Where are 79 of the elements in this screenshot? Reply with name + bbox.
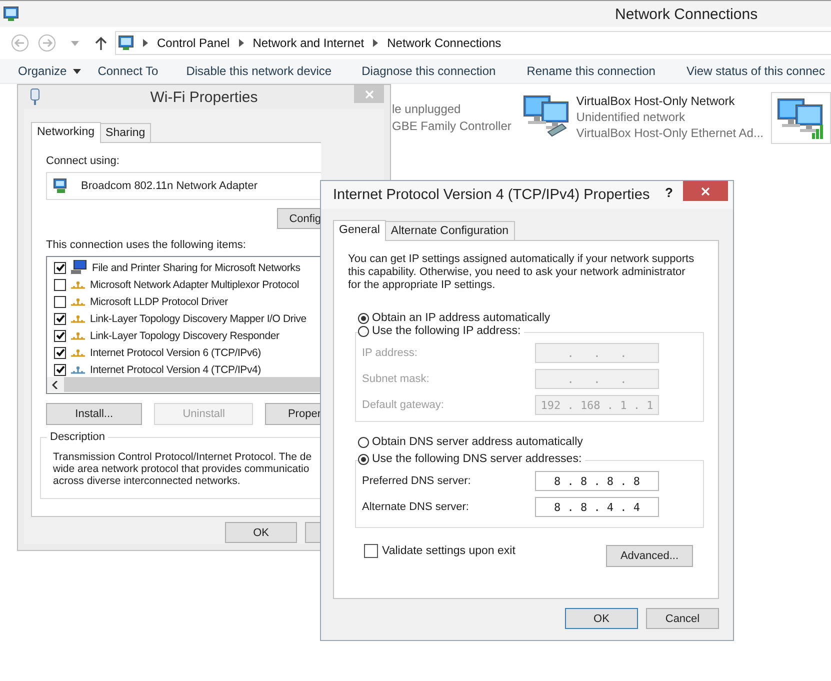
list-item[interactable]: Link-Layer Topology Discovery Responder — [90, 330, 280, 342]
dialog-title: Internet Protocol Version 4 (TCP/IPv4) Properties — [333, 187, 650, 203]
chevron-icon[interactable] — [373, 39, 378, 47]
ok-button[interactable]: OK — [565, 608, 638, 629]
window-title: Network Connections — [615, 6, 758, 22]
checkbox[interactable] — [54, 296, 66, 308]
address-bar[interactable]: Control Panel Network and Internet Network Connections — [115, 31, 831, 55]
advanced-button[interactable]: Advanced... — [606, 545, 693, 567]
field-label: Subnet mask: — [362, 373, 430, 385]
connection-status: le unplugged — [392, 102, 462, 116]
help-button[interactable]: ? — [665, 185, 673, 200]
checkbox[interactable] — [54, 262, 66, 274]
connection-device: GBE Family Controller — [392, 119, 512, 133]
radio-button[interactable] — [358, 312, 369, 324]
section-label: Connect using: — [46, 155, 120, 167]
tab[interactable]: Alternate Configuration — [384, 221, 515, 240]
adapter-field: Broadcom 802.11n Network Adapter — [46, 172, 321, 200]
wifi-connection-tile[interactable] — [771, 92, 831, 144]
checkbox[interactable] — [54, 364, 66, 376]
toolbar-button[interactable]: Connect To — [98, 64, 158, 78]
toolbar-button[interactable]: Diagnose this connection — [362, 64, 496, 78]
breadcrumb-item[interactable]: Network and Internet — [252, 36, 364, 50]
description-text: across diverse interconnected networks. — [53, 475, 242, 487]
connection-device: VirtualBox Host-Only Ethernet Ad... — [576, 126, 764, 140]
radio-button[interactable] — [358, 454, 369, 464]
close-icon — [701, 186, 710, 196]
up-arrow-icon[interactable] — [95, 36, 107, 50]
ip-address-field[interactable]: 8 . 8 . 8 . 8 — [535, 471, 659, 491]
adapter-plug-icon — [30, 88, 40, 106]
list-item[interactable]: Microsoft LLDP Protocol Driver — [90, 296, 228, 308]
checkbox[interactable] — [54, 312, 66, 324]
checkbox[interactable] — [54, 346, 66, 358]
checkbox[interactable] — [54, 330, 66, 342]
tab[interactable]: Sharing — [100, 123, 152, 142]
description-text: wide area network protocol that provides communicatio — [53, 463, 310, 475]
group-label: Description — [47, 431, 108, 443]
network-adapter-icon — [53, 178, 69, 194]
tab[interactable]: General — [333, 220, 386, 241]
section-label: This connection uses the following items: — [46, 239, 247, 251]
scroll-left-icon[interactable] — [52, 380, 58, 388]
chevron-icon[interactable] — [143, 39, 148, 47]
description-text: Transmission Control Protocol/Internet Protocol. The de — [53, 451, 313, 463]
ok-button[interactable]: OK — [225, 522, 298, 543]
list-item[interactable]: File and Printer Sharing for Microsoft Networks — [92, 262, 300, 274]
list-item[interactable]: Internet Protocol Version 4 (TCP/IPv4) — [90, 364, 261, 376]
checkbox[interactable] — [364, 544, 378, 558]
chevron-icon[interactable] — [238, 39, 244, 47]
checkbox-label[interactable]: Validate settings upon exit — [382, 545, 516, 557]
close-button[interactable] — [683, 181, 728, 201]
connection-name[interactable]: VirtualBox Host-Only Network — [576, 94, 764, 108]
toolbar-button[interactable]: View status of this connec — [686, 64, 825, 78]
list-item[interactable]: Link-Layer Topology Discovery Mapper I/O Drive — [90, 312, 306, 324]
field-label: Default gateway: — [362, 399, 444, 411]
toolbar-button[interactable]: Disable this network device — [186, 64, 332, 78]
field-label: IP address: — [362, 347, 418, 359]
field-label: Alternate DNS server: — [362, 501, 469, 513]
radio-label[interactable]: Obtain an IP address automatically — [372, 312, 550, 324]
action-button[interactable]: Proper — [265, 403, 321, 425]
configure-button[interactable]: Config — [277, 208, 321, 229]
radio-button[interactable] — [358, 436, 369, 448]
connection-status: Unidentified network — [576, 110, 686, 124]
dialog-title: Wi-Fi Properties — [150, 88, 258, 106]
toolbar-button[interactable]: Organize — [18, 64, 81, 78]
list-item[interactable]: Internet Protocol Version 6 (TCP/IPv6) — [90, 346, 261, 358]
list-item[interactable]: Microsoft Network Adapter Multiplexor Protocol — [90, 278, 300, 290]
checkbox[interactable] — [54, 278, 66, 290]
close-icon — [364, 90, 374, 98]
toolbar-button[interactable]: Rename this connection — [526, 64, 656, 78]
breadcrumb-item[interactable]: Control Panel — [157, 36, 230, 50]
radio-label[interactable]: Obtain DNS server address automatically — [372, 436, 583, 448]
cancel-button[interactable]: Cancel — [646, 608, 719, 629]
radio-button[interactable] — [358, 326, 369, 336]
intro-text: You can get IP settings assigned automatically if your network supports this capability. Otherwise, you need to ask your network administrator for the appropriate IP settings. — [348, 253, 696, 292]
action-button[interactable]: Install... — [46, 403, 142, 425]
ip-address-field[interactable]: 8 . 8 . 4 . 4 — [535, 497, 659, 517]
tab[interactable]: Networking — [31, 122, 101, 143]
breadcrumb-item[interactable]: Network Connections — [387, 36, 502, 50]
field-label: Preferred DNS server: — [362, 475, 471, 487]
horizontal-scrollbar[interactable] — [47, 377, 321, 392]
